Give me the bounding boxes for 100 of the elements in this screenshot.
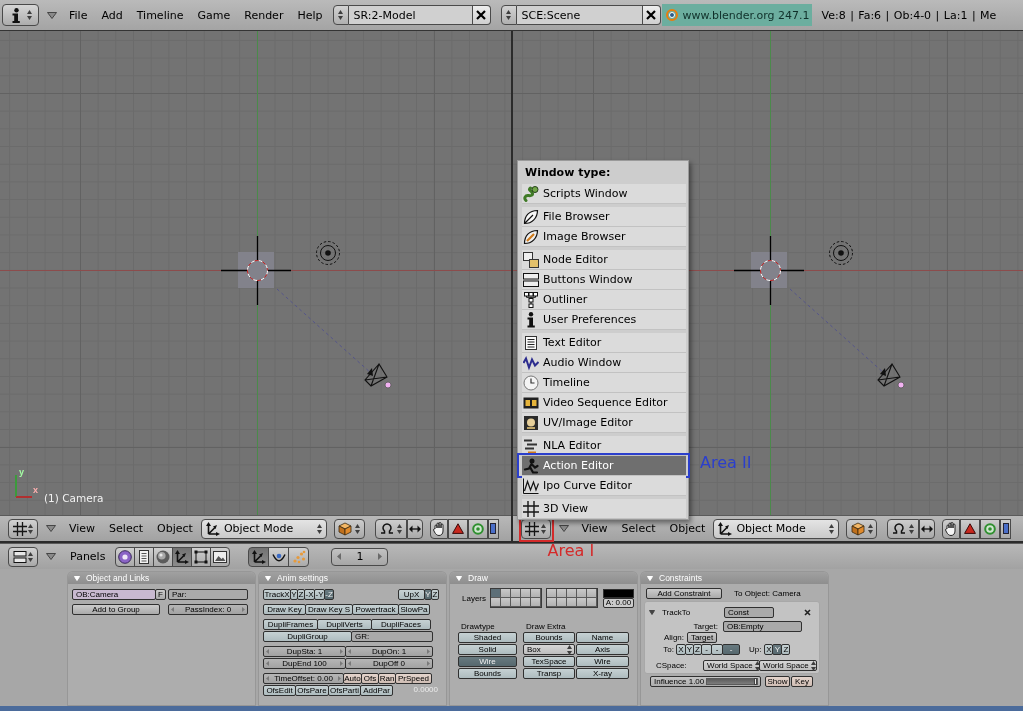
layer-button[interactable] — [557, 589, 567, 598]
triangle-button[interactable] — [960, 518, 981, 539]
square-button[interactable] — [487, 518, 499, 539]
layer-button[interactable] — [501, 598, 511, 607]
context-tab[interactable] — [153, 546, 174, 567]
context-tab[interactable] — [268, 546, 290, 567]
triangle-down-icon[interactable] — [46, 553, 56, 560]
layer-button[interactable] — [511, 589, 521, 598]
number-field[interactable]: DupEnd 100 — [263, 658, 346, 669]
toggle-button[interactable]: SlowPa — [398, 604, 430, 615]
toggle-button[interactable]: TrackX — [263, 589, 291, 600]
menu-item[interactable]: Buttons Window — [522, 270, 686, 290]
push-button[interactable]: Add Constraint — [646, 588, 722, 599]
menu-item[interactable]: Object — [662, 522, 713, 535]
context-tab[interactable] — [115, 546, 136, 567]
layer-button[interactable] — [567, 589, 577, 598]
text-field[interactable]: Const — [724, 607, 774, 618]
toggle-button[interactable]: OfsParti — [328, 685, 361, 696]
toggle-button[interactable]: DupliFaces — [371, 619, 431, 630]
layer-button[interactable] — [567, 598, 577, 607]
toggle-button[interactable]: OfsPare — [295, 685, 329, 696]
mode-dropdown[interactable]: Object Mode — [200, 518, 327, 539]
layer-button[interactable] — [521, 589, 531, 598]
toggle-button[interactable]: - — [722, 644, 740, 655]
toggle-button[interactable]: Powertrack — [352, 604, 399, 615]
menu-item[interactable]: Scripts Window — [522, 184, 686, 204]
layer-button[interactable] — [547, 589, 557, 598]
menu-item[interactable]: Timeline — [522, 373, 686, 393]
context-tab[interactable] — [288, 546, 310, 567]
cube-button[interactable] — [846, 518, 878, 539]
layer-button[interactable] — [491, 598, 501, 607]
number-field[interactable]: DupSta: 1 — [263, 646, 346, 657]
push-button[interactable]: Key — [791, 676, 813, 687]
number-field[interactable]: PassIndex: 0 — [168, 604, 248, 615]
layer-button[interactable] — [587, 589, 597, 598]
menu-item[interactable]: Ipo Curve Editor — [522, 476, 686, 496]
menu-item[interactable]: Video Sequence Editor — [522, 393, 686, 413]
toggle-button[interactable]: Z — [781, 644, 791, 655]
layer-button[interactable] — [531, 598, 541, 607]
color-swatch[interactable] — [603, 588, 634, 598]
square-button[interactable] — [1000, 518, 1012, 539]
layer-button[interactable] — [577, 598, 587, 607]
hand-button[interactable] — [942, 518, 961, 539]
menu-item[interactable]: Panels — [63, 550, 113, 563]
menu-item[interactable]: Help — [290, 8, 330, 22]
toggle-button[interactable]: Name — [576, 632, 629, 643]
push-button[interactable]: F — [155, 589, 166, 600]
toggle-button[interactable]: Solid — [458, 644, 517, 655]
toggle-button[interactable]: DupliVerts — [317, 619, 372, 630]
text-field[interactable]: GR: — [351, 631, 433, 642]
menu-item[interactable]: File — [62, 8, 95, 22]
toggle-button[interactable]: Z — [431, 589, 439, 600]
slider-thumb[interactable] — [754, 678, 757, 685]
toggle-button[interactable]: Transp — [523, 668, 575, 679]
number-field[interactable]: A: 0.00 — [603, 597, 634, 608]
toggle-button[interactable]: OfsEdit — [263, 685, 296, 696]
layer-button[interactable] — [501, 589, 511, 598]
mode-dropdown[interactable]: Object Mode — [713, 518, 840, 539]
toggle-button[interactable]: PrSpeed — [395, 673, 432, 684]
toggle-button[interactable]: TexSpace — [523, 656, 575, 667]
menu-item[interactable]: 3D View — [522, 499, 686, 519]
menu-item[interactable]: Node Editor — [522, 250, 686, 270]
layer-button[interactable] — [587, 598, 597, 607]
window-type-button[interactable] — [2, 4, 39, 26]
toggle-button[interactable]: X-ray — [576, 668, 629, 679]
text-field[interactable]: Par: — [168, 589, 248, 600]
toggle-button[interactable]: -Z — [324, 589, 334, 600]
toggle-button[interactable]: Bounds — [458, 668, 517, 679]
context-tab[interactable] — [191, 546, 212, 567]
menu-item[interactable]: UV/Image Editor — [522, 413, 686, 433]
dropdown[interactable]: Box — [523, 644, 575, 655]
context-tab[interactable] — [134, 546, 155, 567]
layer-button[interactable] — [521, 598, 531, 607]
triangle-down-icon[interactable] — [558, 525, 569, 532]
browse-button[interactable] — [332, 5, 349, 25]
window-type-button[interactable] — [8, 518, 38, 539]
toggle-button[interactable]: Draw Key — [263, 604, 306, 615]
context-tab[interactable] — [248, 546, 270, 567]
arrows-button[interactable] — [919, 518, 936, 539]
menu-item[interactable]: Text Editor — [522, 333, 686, 353]
number-field[interactable]: 1 — [331, 547, 389, 566]
toggle-button[interactable]: Shaded — [458, 632, 517, 643]
toggle-button[interactable]: DupliFrames — [263, 619, 318, 630]
influence-slider[interactable]: Influence 1.00 — [650, 676, 761, 687]
menu-item[interactable]: Audio Window — [522, 353, 686, 373]
context-tab[interactable] — [172, 546, 193, 567]
menu-item[interactable]: Action Editor — [522, 456, 686, 476]
cube-button[interactable] — [333, 518, 365, 539]
browse-button[interactable] — [500, 5, 517, 25]
menu-item[interactable]: Timeline — [129, 8, 191, 22]
ring-button[interactable] — [467, 518, 488, 539]
menu-item[interactable]: User Preferences — [522, 310, 686, 330]
layer-button[interactable] — [511, 598, 521, 607]
menu-item[interactable]: File Browser — [522, 207, 686, 227]
triangle-button[interactable] — [447, 518, 468, 539]
window-type-button[interactable] — [8, 546, 38, 567]
ring-button[interactable] — [980, 518, 1001, 539]
layer-button[interactable] — [557, 598, 567, 607]
menu-item[interactable]: Game — [190, 8, 238, 22]
menu-item[interactable]: Select — [102, 522, 151, 535]
